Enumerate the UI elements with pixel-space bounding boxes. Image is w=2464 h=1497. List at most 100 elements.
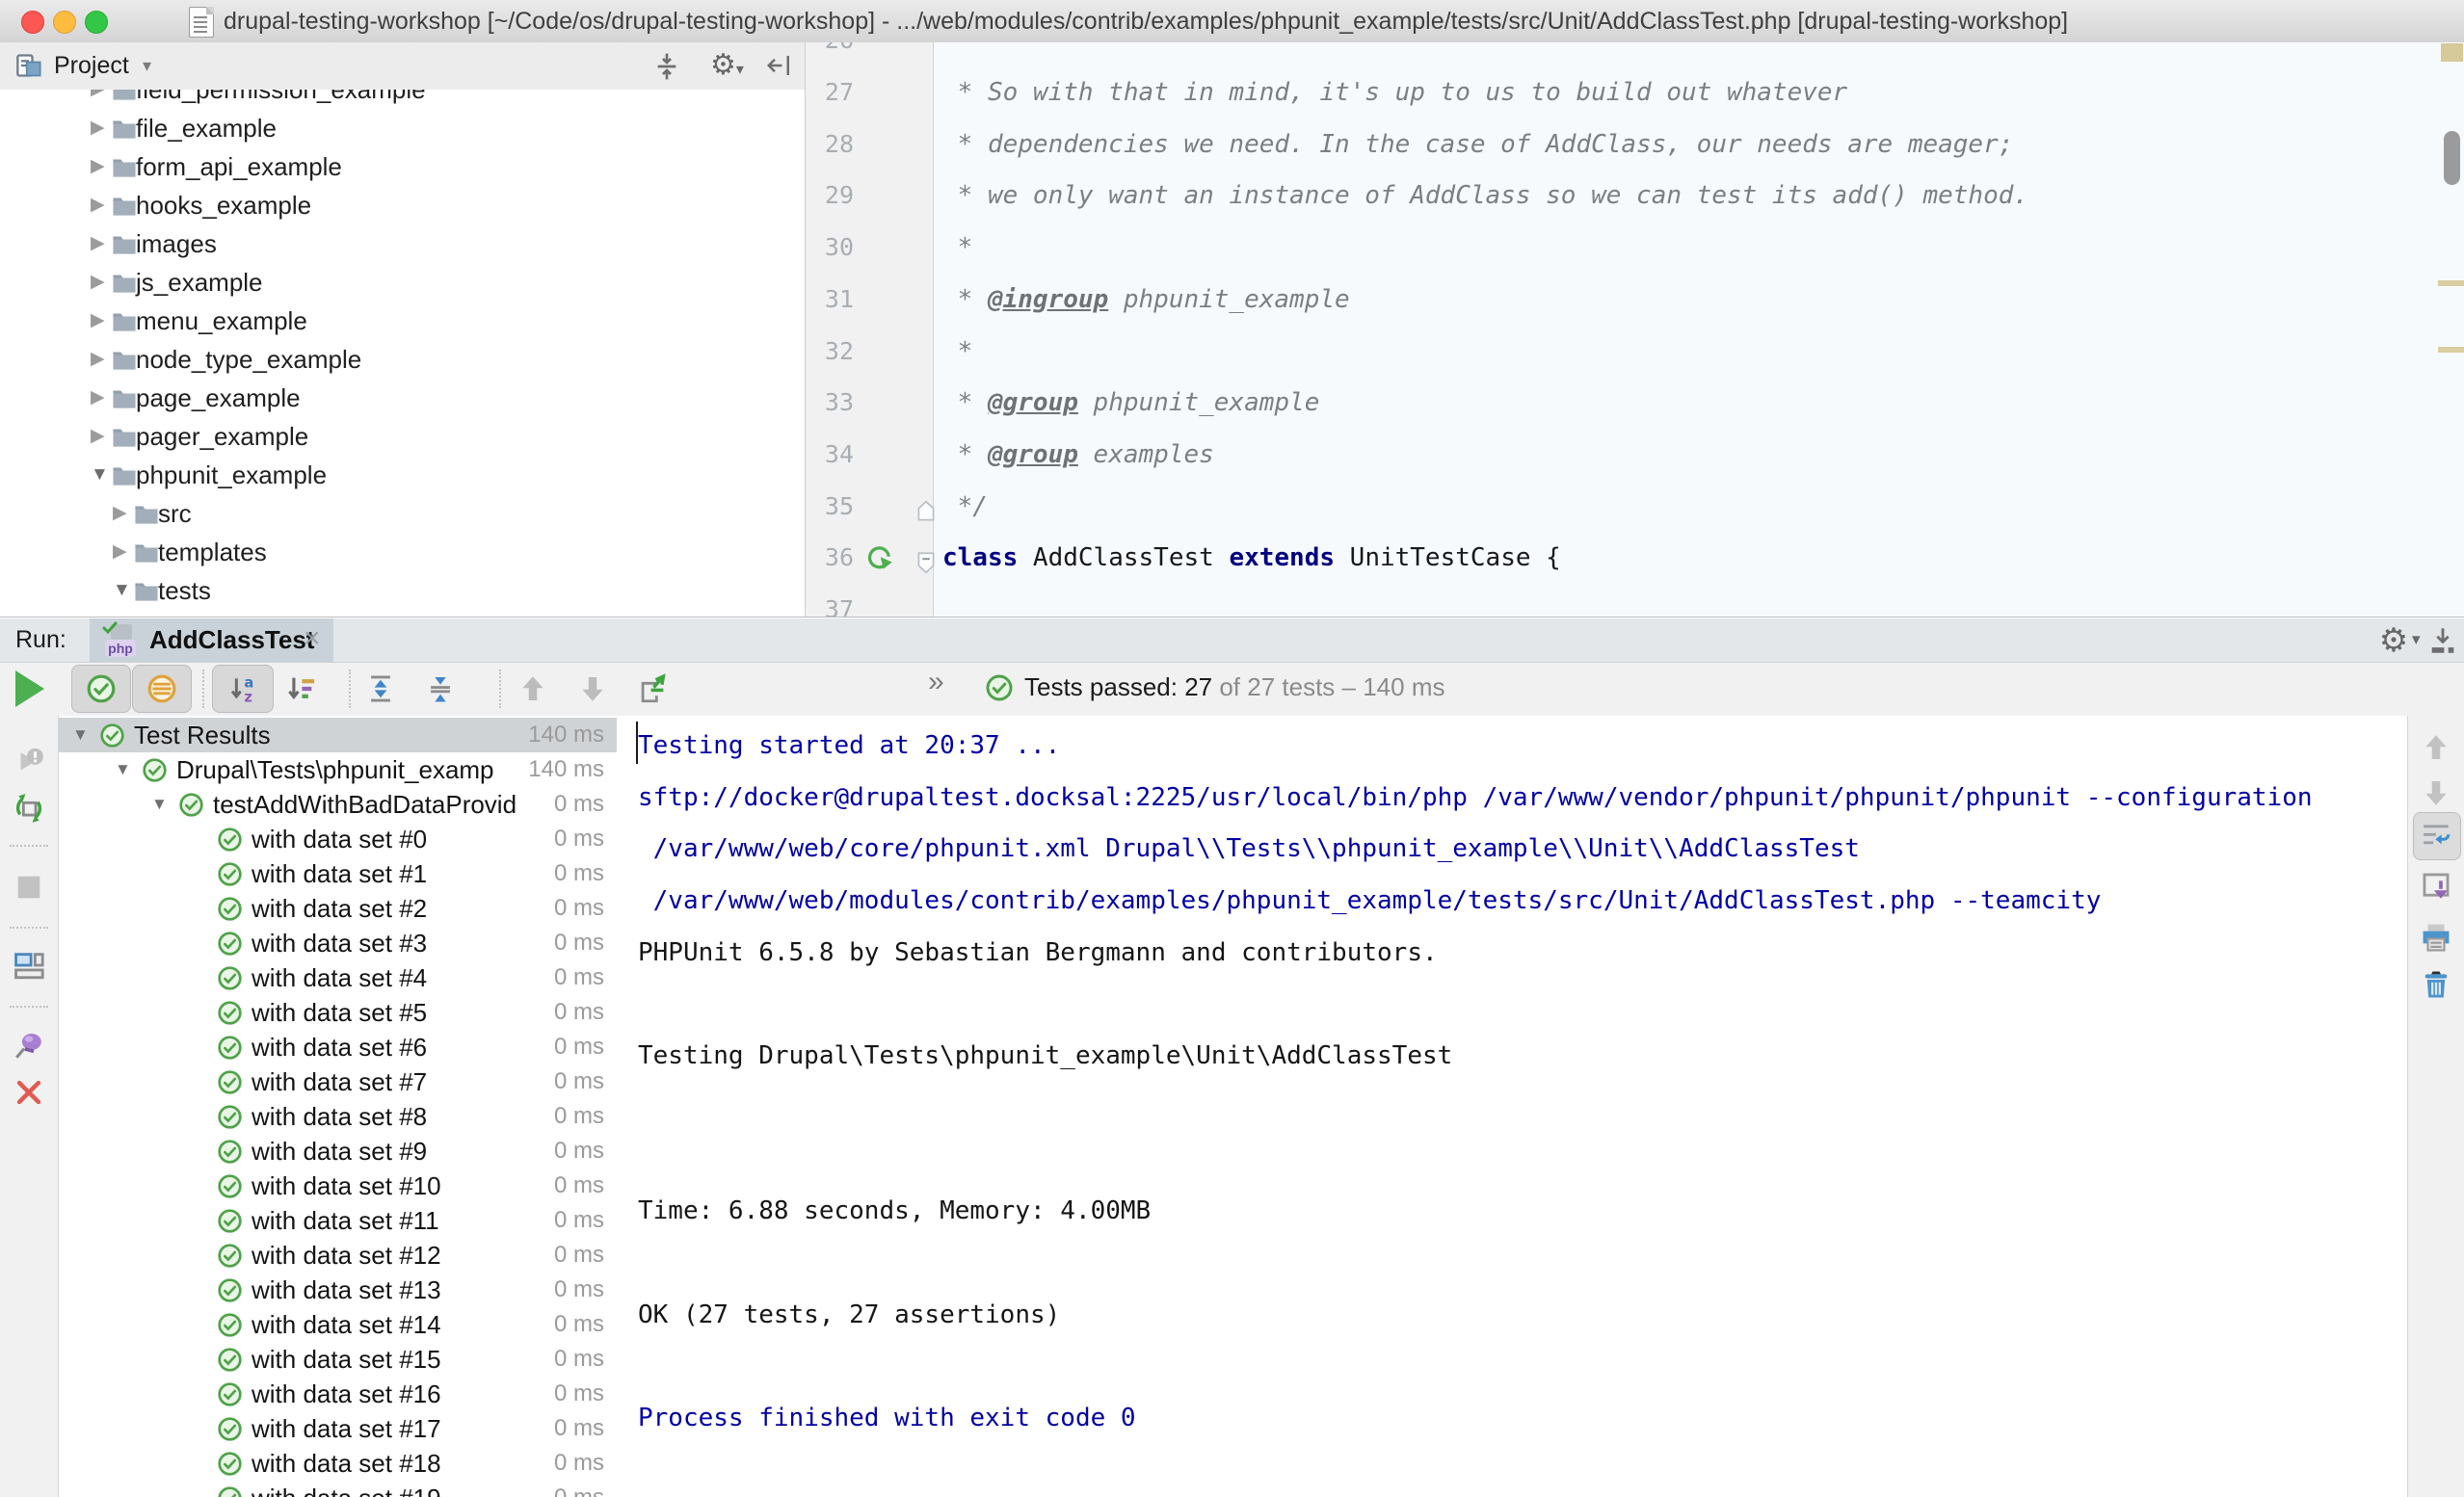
scroll-down-icon[interactable] <box>2420 776 2452 809</box>
collapsed-arrow-icon[interactable]: ▶ <box>113 494 127 533</box>
collapse-all-icon[interactable] <box>424 672 457 705</box>
collapsed-arrow-icon[interactable]: ▶ <box>91 147 105 186</box>
editor-line[interactable]: 35 */ <box>806 481 2464 533</box>
project-tree-item[interactable]: ▶images <box>0 224 805 263</box>
fold-marker-icon[interactable] <box>915 494 937 519</box>
collapsed-arrow-icon[interactable]: ▶ <box>91 302 105 340</box>
zoom-window-button[interactable] <box>85 11 108 34</box>
hide-panel-icon[interactable] <box>765 51 794 80</box>
collapsed-arrow-icon[interactable]: ▶ <box>91 109 105 147</box>
expanded-arrow-icon[interactable]: ▼ <box>115 752 131 787</box>
project-settings-gear-icon[interactable]: ⚙▾ <box>710 48 747 85</box>
stop-icon[interactable] <box>13 871 45 904</box>
expanded-arrow-icon[interactable]: ▼ <box>91 456 109 494</box>
editor-line[interactable]: 28 * dependencies we need. In the case o… <box>806 118 2464 171</box>
import-test-results-icon[interactable] <box>636 672 669 705</box>
collapsed-arrow-icon[interactable]: ▶ <box>91 186 105 224</box>
collapsed-arrow-icon[interactable]: ▶ <box>91 340 105 379</box>
editor-line[interactable]: 26 <box>806 42 2464 66</box>
editor-line[interactable]: 37 <box>806 584 2464 617</box>
project-tree-item[interactable]: ▼phpunit_example <box>0 456 805 494</box>
test-tree-row[interactable]: with data set #20 ms <box>59 891 617 926</box>
run-tab-addclasstest[interactable]: php AddClassTest × <box>90 618 333 662</box>
run-settings-caret-icon[interactable]: ▾ <box>2412 630 2421 649</box>
editor-line[interactable]: 32 * <box>806 326 2464 378</box>
test-tree-row[interactable]: with data set #60 ms <box>59 1030 617 1064</box>
project-tree-item[interactable]: ▶src <box>0 494 805 533</box>
test-tree-row[interactable]: with data set #00 ms <box>59 822 617 856</box>
collapsed-arrow-icon[interactable]: ▶ <box>113 533 127 571</box>
test-tree-row[interactable]: with data set #190 ms <box>59 1481 617 1497</box>
rerun-failed-tests-icon[interactable] <box>13 746 45 778</box>
clear-console-trash-icon[interactable] <box>2420 968 2452 1001</box>
test-tree-row[interactable]: with data set #100 ms <box>59 1169 617 1203</box>
test-tree-row[interactable]: with data set #120 ms <box>59 1238 617 1273</box>
collapse-all-icon[interactable] <box>651 51 682 82</box>
test-tree-row[interactable]: with data set #180 ms <box>59 1446 617 1481</box>
close-window-button[interactable] <box>21 11 44 34</box>
expanded-arrow-icon[interactable]: ▼ <box>72 718 89 752</box>
scroll-up-icon[interactable] <box>2420 731 2452 764</box>
pin-tab-icon[interactable] <box>13 1029 45 1062</box>
run-test-gutter-icon[interactable] <box>865 543 894 572</box>
test-tree-row[interactable]: with data set #140 ms <box>59 1307 617 1342</box>
project-tree-item[interactable]: ▶pager_example <box>0 417 805 456</box>
minimize-window-button[interactable] <box>53 11 76 34</box>
editor-line[interactable]: 27 * So with that in mind, it's up to us… <box>806 66 2464 118</box>
editor-line[interactable]: 36class AddClassTest extends UnitTestCas… <box>806 532 2464 584</box>
editor-line[interactable]: 33 * @group phpunit_example <box>806 377 2464 429</box>
soft-wrap-toggle[interactable] <box>2413 812 2461 860</box>
fold-marker-icon[interactable] <box>915 545 937 570</box>
scroll-to-end-icon[interactable] <box>2420 870 2452 903</box>
project-tree-item[interactable]: ▶field_permission_example <box>0 90 805 109</box>
project-tree-item[interactable]: ▶node_type_example <box>0 340 805 379</box>
test-tree-row[interactable]: with data set #110 ms <box>59 1203 617 1238</box>
warning-stripe-mark[interactable] <box>2438 347 2464 353</box>
show-ignored-toggle[interactable] <box>132 665 192 713</box>
rerun-icon[interactable] <box>13 792 45 825</box>
close-tab-icon[interactable]: × <box>304 622 321 655</box>
more-actions-chevrons[interactable]: » <box>928 666 944 698</box>
collapsed-arrow-icon[interactable]: ▶ <box>91 224 105 263</box>
project-panel-title[interactable]: Project <box>54 52 129 80</box>
project-tree-item[interactable]: ▼tests <box>0 571 805 610</box>
project-tree-item[interactable]: ▶templates <box>0 533 805 571</box>
collapsed-arrow-icon[interactable]: ▶ <box>91 90 105 109</box>
collapsed-arrow-icon[interactable]: ▶ <box>91 379 105 417</box>
test-tree-row[interactable]: with data set #40 ms <box>59 960 617 995</box>
editor-line[interactable]: 30 * <box>806 222 2464 274</box>
run-console[interactable]: Testing started at 20:37 ...sftp://docke… <box>617 716 2407 1497</box>
project-tree-item[interactable]: ▶hooks_example <box>0 186 805 224</box>
print-icon[interactable] <box>2420 921 2452 954</box>
console-layout-icon[interactable] <box>13 949 45 982</box>
project-tree-item[interactable]: ▶form_api_example <box>0 147 805 186</box>
test-tree-row[interactable]: with data set #160 ms <box>59 1377 617 1411</box>
sort-by-duration-icon[interactable] <box>284 672 317 705</box>
project-panel-caret-icon[interactable]: ▾ <box>143 56 151 76</box>
test-tree-row[interactable]: ▼testAddWithBadDataProvid0 ms <box>59 787 617 822</box>
test-tree-row[interactable]: with data set #150 ms <box>59 1342 617 1377</box>
editor-scrollbar[interactable] <box>2444 131 2460 185</box>
sort-alphabetically-toggle[interactable]: az <box>212 665 274 713</box>
close-panel-icon[interactable] <box>13 1076 45 1109</box>
previous-failed-test-icon[interactable] <box>517 672 549 705</box>
expanded-arrow-icon[interactable]: ▼ <box>113 571 131 610</box>
expanded-arrow-icon[interactable]: ▼ <box>151 787 168 822</box>
test-tree-row[interactable]: with data set #10 ms <box>59 856 617 891</box>
dock-panel-icon[interactable] <box>2426 624 2459 657</box>
test-tree-row[interactable]: with data set #80 ms <box>59 1099 617 1134</box>
test-tree-row[interactable]: ▼Test Results140 ms <box>59 718 617 752</box>
editor-line[interactable]: 29 * we only want an instance of AddClas… <box>806 170 2464 222</box>
inspection-status-box[interactable] <box>2441 43 2463 62</box>
editor-line[interactable]: 31 * @ingroup phpunit_example <box>806 274 2464 326</box>
collapsed-arrow-icon[interactable]: ▶ <box>91 417 105 456</box>
test-tree-row[interactable]: with data set #170 ms <box>59 1411 617 1446</box>
project-tree-item[interactable]: ▶page_example <box>0 379 805 417</box>
test-tree-row[interactable]: with data set #70 ms <box>59 1064 617 1099</box>
rerun-tests-button[interactable] <box>15 670 44 707</box>
test-tree-row[interactable]: ▼Drupal\Tests\phpunit_examp140 ms <box>59 752 617 787</box>
test-tree-row[interactable]: with data set #30 ms <box>59 926 617 960</box>
test-tree-row[interactable]: with data set #90 ms <box>59 1134 617 1169</box>
editor-line[interactable]: 34 * @group examples <box>806 429 2464 481</box>
test-tree-row[interactable]: with data set #130 ms <box>59 1273 617 1307</box>
